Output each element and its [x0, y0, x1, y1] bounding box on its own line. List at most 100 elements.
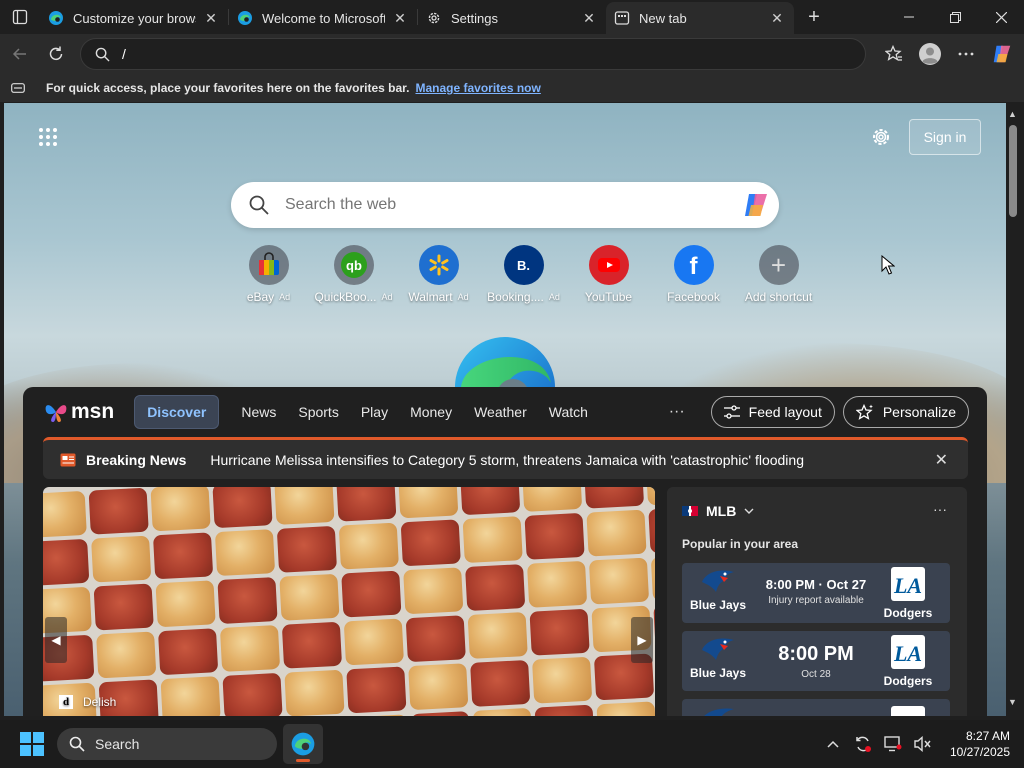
shortcut-tile: qb	[333, 245, 374, 285]
game-time: 8:00 PM	[778, 643, 854, 665]
manage-favorites-link[interactable]: Manage favorites now	[415, 81, 540, 95]
shortcut-quickbooks[interactable]: qb QuickBoo... Ad	[311, 245, 396, 304]
tab-actions-button[interactable]	[0, 0, 40, 34]
msn-logo[interactable]: msn	[44, 400, 114, 424]
display-button[interactable]	[878, 736, 908, 752]
restore-icon	[949, 11, 961, 23]
page-settings-button[interactable]	[870, 126, 892, 148]
ad-badge: Ad	[279, 292, 291, 302]
restore-button[interactable]	[932, 0, 978, 34]
gear-icon	[873, 129, 889, 145]
mlb-league-selector[interactable]: MLB	[682, 503, 754, 519]
new-tab-button[interactable]: +	[800, 3, 828, 31]
tab-welcome-edge[interactable]: Welcome to Microsoft Ed ✕	[229, 3, 417, 33]
show-hidden-icons-button[interactable]	[818, 740, 848, 748]
app-launcher-button[interactable]	[38, 127, 58, 147]
shortcut-facebook[interactable]: f Facebook	[651, 245, 736, 304]
personalize-button[interactable]: Personalize	[842, 396, 969, 428]
sync-status-button[interactable]	[848, 735, 878, 753]
scroll-thumb[interactable]	[1009, 125, 1017, 217]
copilot-button[interactable]	[984, 38, 1020, 70]
taskbar-search-box[interactable]: Search	[57, 728, 277, 760]
breaking-news-banner[interactable]: Breaking News Hurricane Melissa intensif…	[43, 437, 968, 479]
tab-new-tab[interactable]: New tab ✕	[606, 2, 794, 34]
favorites-button[interactable]	[876, 38, 912, 70]
mlb-more-button[interactable]: ···	[933, 501, 947, 517]
game-row[interactable]: Blue Jays 8:00 PM · Oct 27 Injury report…	[682, 563, 950, 623]
feed-tab-news[interactable]: News	[241, 404, 276, 420]
close-window-button[interactable]	[978, 0, 1024, 34]
web-search-box[interactable]	[231, 182, 779, 228]
hero-prev-button[interactable]: ◀	[45, 617, 67, 663]
tab-close-button[interactable]: ✕	[391, 9, 409, 27]
edge-icon	[291, 732, 315, 756]
web-search-input[interactable]	[285, 196, 715, 214]
feed-layout-button[interactable]: Feed layout	[710, 396, 835, 428]
address-bar[interactable]	[80, 38, 866, 70]
windows-start-icon[interactable]	[20, 732, 44, 756]
feed-tab-watch[interactable]: Watch	[549, 404, 588, 420]
volume-button[interactable]	[908, 736, 938, 752]
taskbar-edge-button[interactable]	[283, 724, 323, 764]
gear-icon	[428, 12, 440, 24]
shortcut-tile	[248, 245, 289, 285]
dismiss-breaking-news-button[interactable]: ✕	[935, 450, 948, 470]
tab-close-button[interactable]: ✕	[768, 9, 786, 27]
feed-more-button[interactable]: ···	[669, 403, 685, 421]
team-name: Dodgers	[883, 674, 933, 688]
feed-tab-play[interactable]: Play	[361, 404, 388, 420]
shortcut-ebay[interactable]: eBay Ad	[226, 245, 311, 304]
feed-tab-sports[interactable]: Sports	[298, 404, 338, 420]
shortcut-walmart[interactable]: Walmart Ad	[396, 245, 481, 304]
clock-date: 10/27/2025	[949, 745, 1010, 759]
system-tray: 8:27 AM 10/27/2025	[818, 720, 1024, 768]
minimize-button[interactable]	[886, 0, 932, 34]
copilot-icon[interactable]	[741, 190, 771, 220]
blue-jays-logo-icon	[704, 708, 734, 716]
page-scrollbar[interactable]: ▲ ▼	[1006, 103, 1024, 716]
blue-jays-logo-icon	[702, 638, 734, 660]
profile-button[interactable]	[912, 38, 948, 70]
feed-tab-weather[interactable]: Weather	[474, 404, 527, 420]
new-tab-page: Sign in eBay Ad qb QuickBoo... Ad Walmart A…	[4, 103, 1006, 716]
feed-tab-discover[interactable]: Discover	[134, 395, 220, 429]
facebook-icon: f	[689, 253, 698, 280]
refresh-button[interactable]	[38, 38, 74, 70]
shortcut-tile	[418, 245, 459, 285]
shortcut-booking[interactable]: B. Booking.... Ad	[481, 245, 566, 304]
add-shortcut-button[interactable]: + Add shortcut	[736, 245, 821, 304]
breaking-news-headline[interactable]: Hurricane Melissa intensifies to Categor…	[210, 452, 804, 468]
tab-settings[interactable]: Settings ✕	[418, 3, 606, 33]
tab-actions-icon	[12, 9, 28, 25]
delish-logo-icon: d	[59, 695, 73, 709]
mlb-logo-icon	[682, 506, 698, 516]
tab-customize-browser[interactable]: Customize your browser ✕	[40, 3, 228, 33]
address-input[interactable]	[122, 46, 822, 62]
hero-article-card[interactable]: ◀ ▶ d Delish	[43, 487, 655, 716]
hero-source-name: Delish	[83, 695, 117, 709]
newtab-icon	[614, 11, 630, 25]
game-info: 8:00 PM Oct 28	[760, 631, 872, 680]
feed-layout-label: Feed layout	[748, 404, 822, 420]
more-menu-button[interactable]	[948, 38, 984, 70]
personalize-label: Personalize	[882, 404, 956, 420]
game-row[interactable]	[682, 699, 950, 716]
system-clock[interactable]: 8:27 AM 10/27/2025	[950, 728, 1010, 760]
scroll-down-arrow-icon[interactable]: ▼	[1008, 697, 1017, 707]
svg-text:qb: qb	[346, 258, 362, 273]
shortcut-youtube[interactable]: YouTube	[566, 245, 651, 304]
monitor-icon	[884, 736, 902, 752]
chevron-down-icon	[744, 508, 754, 514]
tab-close-button[interactable]: ✕	[580, 9, 598, 27]
sign-in-button[interactable]: Sign in	[909, 119, 981, 155]
top-sites: eBay Ad qb QuickBoo... Ad Walmart Ad B. Boo…	[226, 245, 821, 304]
dodgers-logo-icon	[891, 706, 925, 716]
hero-next-button[interactable]: ▶	[631, 617, 653, 663]
tab-close-button[interactable]: ✕	[202, 9, 220, 27]
hero-image	[43, 487, 655, 716]
feed-tab-money[interactable]: Money	[410, 404, 452, 420]
scroll-up-arrow-icon[interactable]: ▲	[1008, 109, 1017, 119]
game-row[interactable]: Blue Jays 8:00 PM Oct 28 LA Dodgers	[682, 631, 950, 691]
back-button[interactable]	[2, 38, 38, 70]
favorites-bar-icon	[11, 83, 25, 93]
